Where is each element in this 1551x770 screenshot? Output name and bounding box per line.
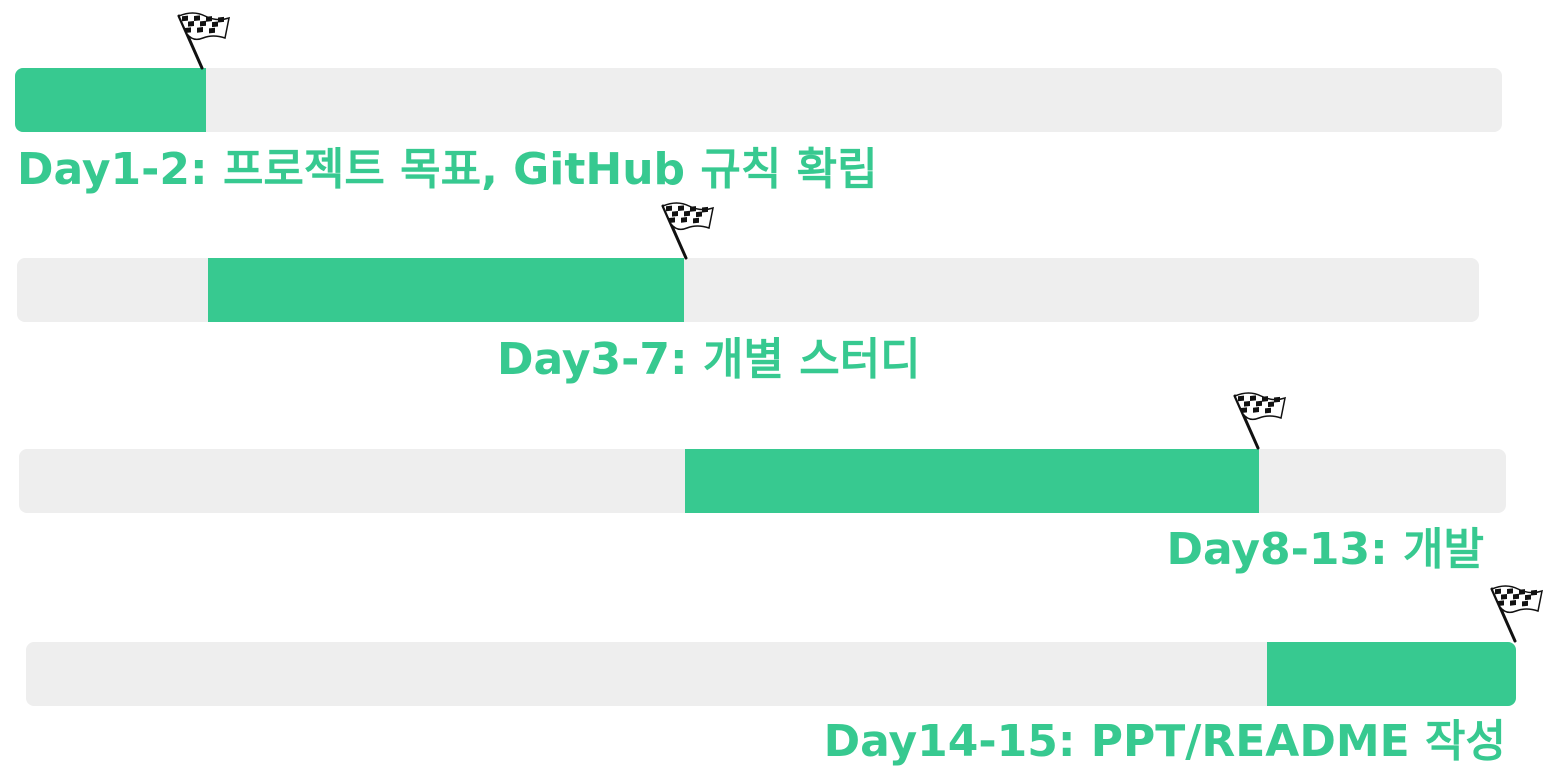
checkered-flag-icon [1490,585,1543,643]
phase-label-2: Day3-7: 개별 스터디 [497,334,921,385]
phase-track-3 [19,449,1506,513]
phase-fill-2 [208,258,684,322]
phase-fill-1 [15,68,206,132]
checkered-flag-icon [1233,392,1286,450]
phase-fill-4 [1267,642,1516,706]
phase-track-4 [26,642,1516,706]
phase-label-1: Day1-2: 프로젝트 목표, GitHub 규칙 확립 [17,144,878,195]
phase-fill-3 [685,449,1259,513]
phase-label-4: Day14-15: PPT/README 작성 [823,716,1506,767]
phase-label-3: Day8-13: 개발 [1166,524,1484,575]
checkered-flag-icon [177,12,230,70]
phase-track-1 [15,68,1502,132]
phase-track-2 [17,258,1479,322]
checkered-flag-icon [661,202,714,260]
